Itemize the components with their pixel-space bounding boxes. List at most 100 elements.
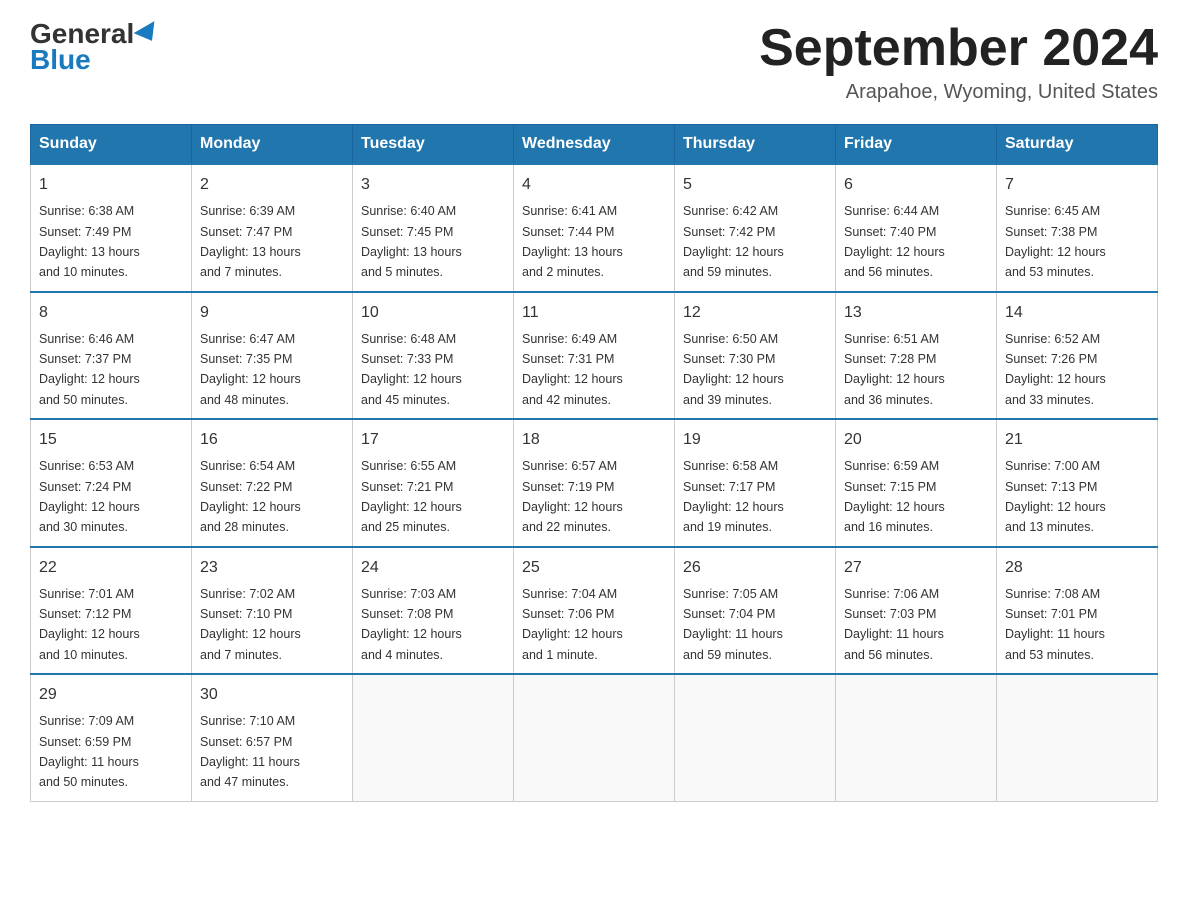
day-number: 23: [200, 556, 344, 580]
calendar-week-2: 8 Sunrise: 6:46 AMSunset: 7:37 PMDayligh…: [31, 292, 1158, 420]
calendar-cell: 23 Sunrise: 7:02 AMSunset: 7:10 PMDaylig…: [192, 547, 353, 675]
calendar-cell: 18 Sunrise: 6:57 AMSunset: 7:19 PMDaylig…: [514, 419, 675, 547]
calendar-cell: 26 Sunrise: 7:05 AMSunset: 7:04 PMDaylig…: [675, 547, 836, 675]
day-number: 1: [39, 173, 183, 197]
col-sunday: Sunday: [31, 125, 192, 165]
day-number: 18: [522, 428, 666, 452]
day-number: 13: [844, 301, 988, 325]
day-number: 19: [683, 428, 827, 452]
calendar-cell: [836, 674, 997, 801]
day-info: Sunrise: 7:02 AMSunset: 7:10 PMDaylight:…: [200, 587, 301, 662]
day-info: Sunrise: 7:01 AMSunset: 7:12 PMDaylight:…: [39, 587, 140, 662]
logo-text-blue: Blue: [30, 44, 91, 76]
calendar-week-1: 1 Sunrise: 6:38 AMSunset: 7:49 PMDayligh…: [31, 164, 1158, 292]
calendar-cell: 30 Sunrise: 7:10 AMSunset: 6:57 PMDaylig…: [192, 674, 353, 801]
day-info: Sunrise: 6:51 AMSunset: 7:28 PMDaylight:…: [844, 332, 945, 407]
day-info: Sunrise: 6:39 AMSunset: 7:47 PMDaylight:…: [200, 204, 301, 279]
day-number: 8: [39, 301, 183, 325]
logo-arrow-icon: [134, 21, 163, 47]
calendar-cell: 12 Sunrise: 6:50 AMSunset: 7:30 PMDaylig…: [675, 292, 836, 420]
logo: General Blue: [30, 20, 160, 76]
day-number: 7: [1005, 173, 1149, 197]
day-number: 14: [1005, 301, 1149, 325]
calendar-table: Sunday Monday Tuesday Wednesday Thursday…: [30, 124, 1158, 802]
calendar-week-5: 29 Sunrise: 7:09 AMSunset: 6:59 PMDaylig…: [31, 674, 1158, 801]
calendar-cell: 9 Sunrise: 6:47 AMSunset: 7:35 PMDayligh…: [192, 292, 353, 420]
day-number: 26: [683, 556, 827, 580]
calendar-cell: 17 Sunrise: 6:55 AMSunset: 7:21 PMDaylig…: [353, 419, 514, 547]
calendar-cell: 2 Sunrise: 6:39 AMSunset: 7:47 PMDayligh…: [192, 164, 353, 292]
calendar-cell: 25 Sunrise: 7:04 AMSunset: 7:06 PMDaylig…: [514, 547, 675, 675]
calendar-cell: 6 Sunrise: 6:44 AMSunset: 7:40 PMDayligh…: [836, 164, 997, 292]
header-row: Sunday Monday Tuesday Wednesday Thursday…: [31, 125, 1158, 165]
calendar-cell: 28 Sunrise: 7:08 AMSunset: 7:01 PMDaylig…: [997, 547, 1158, 675]
calendar-cell: 20 Sunrise: 6:59 AMSunset: 7:15 PMDaylig…: [836, 419, 997, 547]
calendar-cell: 27 Sunrise: 7:06 AMSunset: 7:03 PMDaylig…: [836, 547, 997, 675]
day-number: 15: [39, 428, 183, 452]
day-info: Sunrise: 6:41 AMSunset: 7:44 PMDaylight:…: [522, 204, 623, 279]
day-info: Sunrise: 6:54 AMSunset: 7:22 PMDaylight:…: [200, 459, 301, 534]
day-number: 9: [200, 301, 344, 325]
calendar-cell: 24 Sunrise: 7:03 AMSunset: 7:08 PMDaylig…: [353, 547, 514, 675]
calendar-cell: 7 Sunrise: 6:45 AMSunset: 7:38 PMDayligh…: [997, 164, 1158, 292]
day-number: 17: [361, 428, 505, 452]
day-info: Sunrise: 6:38 AMSunset: 7:49 PMDaylight:…: [39, 204, 140, 279]
day-info: Sunrise: 6:55 AMSunset: 7:21 PMDaylight:…: [361, 459, 462, 534]
day-info: Sunrise: 6:52 AMSunset: 7:26 PMDaylight:…: [1005, 332, 1106, 407]
day-number: 10: [361, 301, 505, 325]
page-header: General Blue September 2024 Arapahoe, Wy…: [30, 20, 1158, 104]
day-number: 12: [683, 301, 827, 325]
day-number: 21: [1005, 428, 1149, 452]
calendar-cell: 1 Sunrise: 6:38 AMSunset: 7:49 PMDayligh…: [31, 164, 192, 292]
calendar-cell: [997, 674, 1158, 801]
day-info: Sunrise: 7:06 AMSunset: 7:03 PMDaylight:…: [844, 587, 944, 662]
calendar-subtitle: Arapahoe, Wyoming, United States: [759, 81, 1158, 104]
day-info: Sunrise: 6:45 AMSunset: 7:38 PMDaylight:…: [1005, 204, 1106, 279]
calendar-cell: [675, 674, 836, 801]
day-info: Sunrise: 6:47 AMSunset: 7:35 PMDaylight:…: [200, 332, 301, 407]
calendar-cell: 10 Sunrise: 6:48 AMSunset: 7:33 PMDaylig…: [353, 292, 514, 420]
day-number: 16: [200, 428, 344, 452]
day-number: 30: [200, 683, 344, 707]
col-tuesday: Tuesday: [353, 125, 514, 165]
calendar-cell: 19 Sunrise: 6:58 AMSunset: 7:17 PMDaylig…: [675, 419, 836, 547]
day-info: Sunrise: 6:40 AMSunset: 7:45 PMDaylight:…: [361, 204, 462, 279]
day-info: Sunrise: 6:53 AMSunset: 7:24 PMDaylight:…: [39, 459, 140, 534]
day-number: 3: [361, 173, 505, 197]
calendar-cell: 3 Sunrise: 6:40 AMSunset: 7:45 PMDayligh…: [353, 164, 514, 292]
day-number: 27: [844, 556, 988, 580]
calendar-cell: [353, 674, 514, 801]
calendar-cell: 8 Sunrise: 6:46 AMSunset: 7:37 PMDayligh…: [31, 292, 192, 420]
calendar-cell: 15 Sunrise: 6:53 AMSunset: 7:24 PMDaylig…: [31, 419, 192, 547]
calendar-cell: 11 Sunrise: 6:49 AMSunset: 7:31 PMDaylig…: [514, 292, 675, 420]
day-number: 20: [844, 428, 988, 452]
day-info: Sunrise: 7:09 AMSunset: 6:59 PMDaylight:…: [39, 714, 139, 789]
day-number: 5: [683, 173, 827, 197]
day-info: Sunrise: 7:03 AMSunset: 7:08 PMDaylight:…: [361, 587, 462, 662]
title-area: September 2024 Arapahoe, Wyoming, United…: [759, 20, 1158, 104]
day-info: Sunrise: 7:04 AMSunset: 7:06 PMDaylight:…: [522, 587, 623, 662]
day-number: 6: [844, 173, 988, 197]
calendar-cell: 22 Sunrise: 7:01 AMSunset: 7:12 PMDaylig…: [31, 547, 192, 675]
calendar-week-4: 22 Sunrise: 7:01 AMSunset: 7:12 PMDaylig…: [31, 547, 1158, 675]
day-info: Sunrise: 6:44 AMSunset: 7:40 PMDaylight:…: [844, 204, 945, 279]
day-number: 24: [361, 556, 505, 580]
day-info: Sunrise: 6:42 AMSunset: 7:42 PMDaylight:…: [683, 204, 784, 279]
col-thursday: Thursday: [675, 125, 836, 165]
calendar-cell: 21 Sunrise: 7:00 AMSunset: 7:13 PMDaylig…: [997, 419, 1158, 547]
calendar-cell: 14 Sunrise: 6:52 AMSunset: 7:26 PMDaylig…: [997, 292, 1158, 420]
calendar-cell: [514, 674, 675, 801]
day-number: 2: [200, 173, 344, 197]
calendar-cell: 5 Sunrise: 6:42 AMSunset: 7:42 PMDayligh…: [675, 164, 836, 292]
calendar-cell: 13 Sunrise: 6:51 AMSunset: 7:28 PMDaylig…: [836, 292, 997, 420]
day-number: 22: [39, 556, 183, 580]
day-info: Sunrise: 6:57 AMSunset: 7:19 PMDaylight:…: [522, 459, 623, 534]
calendar-week-3: 15 Sunrise: 6:53 AMSunset: 7:24 PMDaylig…: [31, 419, 1158, 547]
day-info: Sunrise: 7:08 AMSunset: 7:01 PMDaylight:…: [1005, 587, 1105, 662]
col-friday: Friday: [836, 125, 997, 165]
calendar-cell: 16 Sunrise: 6:54 AMSunset: 7:22 PMDaylig…: [192, 419, 353, 547]
day-number: 28: [1005, 556, 1149, 580]
day-number: 4: [522, 173, 666, 197]
calendar-title: September 2024: [759, 20, 1158, 77]
day-info: Sunrise: 6:46 AMSunset: 7:37 PMDaylight:…: [39, 332, 140, 407]
